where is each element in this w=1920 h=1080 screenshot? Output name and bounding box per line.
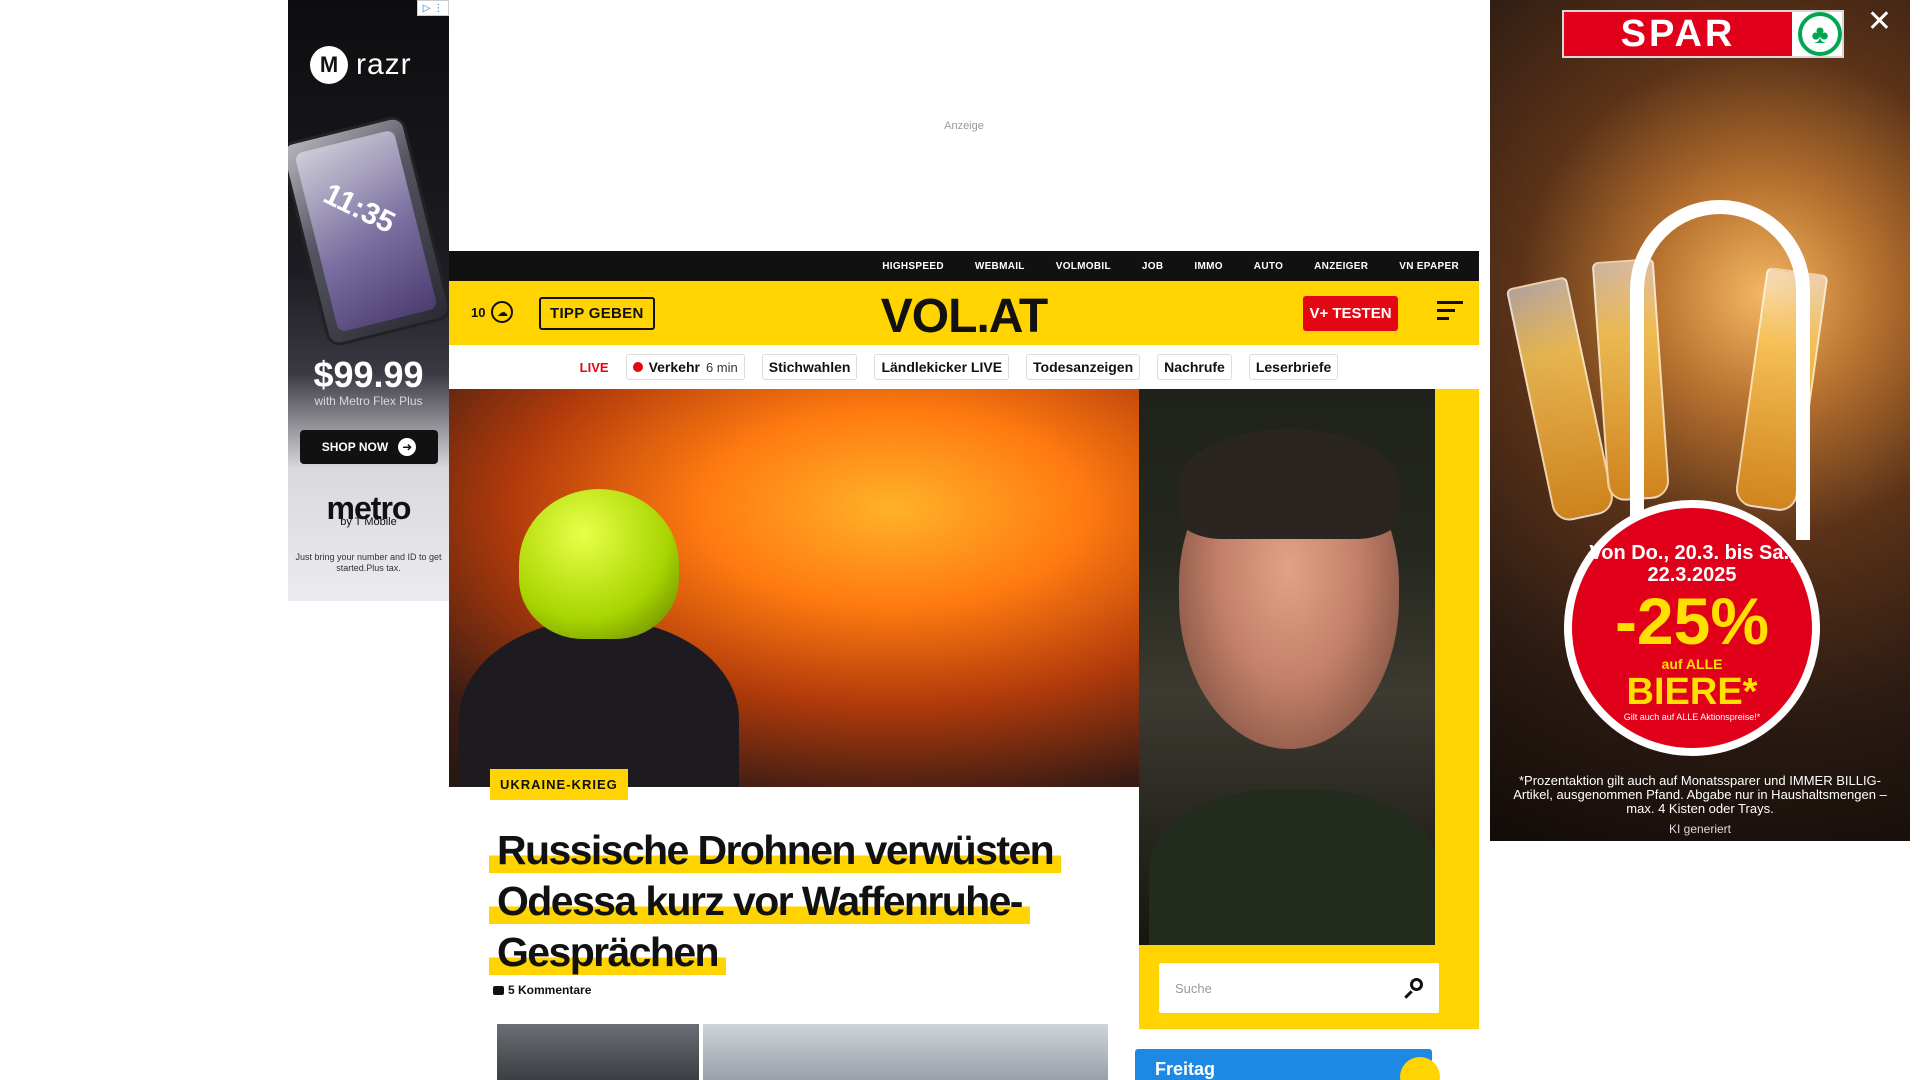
spar-ad[interactable]: SPAR ♣ ✕ Von Do., 20.3. bis Sa., 22.3.20…	[1490, 0, 1910, 841]
nav-link-job[interactable]: JOB	[1142, 261, 1163, 272]
menu-bar	[1437, 309, 1455, 312]
hero-article[interactable]: UKRAINE-KRIEG Russische Drohnen verwüste…	[449, 769, 1139, 1029]
nav-link-immo[interactable]: IMMO	[1194, 261, 1222, 272]
search-icon[interactable]	[1403, 978, 1423, 999]
nav-link-anzeiger[interactable]: ANZEIGER	[1314, 261, 1368, 272]
tipp-geben-button[interactable]: TIPP GEBEN	[539, 297, 655, 330]
site-header: 10 ☁ TIPP GEBEN VOL.AT V+ TESTEN	[449, 281, 1479, 345]
ad-disclaimer: Just bring your number and ID to get sta…	[295, 552, 442, 573]
arrow-right-icon: ➜	[398, 438, 417, 456]
promo-dates: Von Do., 20.3. bis Sa., 22.3.2025	[1589, 542, 1795, 586]
search-icon-handle	[1404, 990, 1413, 999]
close-ad-button[interactable]: ✕	[1867, 4, 1892, 39]
headline[interactable]: Russische Drohnen verwüsten Odessa kurz …	[489, 825, 1119, 978]
top-ad-slot: Anzeige	[449, 0, 1479, 251]
discount-badge: Von Do., 20.3. bis Sa., 22.3.2025 -25% a…	[1564, 500, 1820, 756]
hero-teaser: UKRAINE-KRIEG Russische Drohnen verwüste…	[449, 389, 1479, 1029]
menu-bar	[1437, 317, 1449, 320]
quicknav-stichwahlen[interactable]: Stichwahlen	[761, 354, 858, 380]
quicknav-todesanzeigen[interactable]: Todesanzeigen	[1026, 354, 1141, 380]
promo-auf-alle: auf ALLE	[1661, 656, 1723, 672]
ad-fine-print: *Prozentaktion gilt auch auf Monatsspare…	[1513, 773, 1887, 816]
menu-bar	[1437, 301, 1463, 304]
teaser-image[interactable]	[703, 1024, 1108, 1080]
live-label: LIVE	[579, 359, 609, 375]
phone-image: 11:35	[288, 113, 449, 349]
promo-discount: -25%	[1614, 584, 1770, 658]
weather-widget[interactable]: 10 ☁	[471, 301, 514, 323]
ad-brand: M razr	[310, 46, 412, 84]
motorola-logo-icon: M	[310, 46, 348, 84]
weather-card[interactable]: Freitag	[1135, 1049, 1440, 1080]
spar-logo-text: SPAR	[1564, 12, 1792, 56]
search-input[interactable]	[1175, 980, 1403, 996]
tmobile-text: by T Mobile	[340, 516, 397, 528]
firefighter-figure	[459, 619, 739, 787]
quicknav-verkehr[interactable]: Verkehr 6 min	[625, 354, 745, 380]
shop-now-label: SHOP NOW	[321, 440, 389, 454]
comment-icon	[493, 985, 504, 995]
ad-price: $99.99	[313, 354, 424, 395]
promo-product: BIERE*	[1626, 671, 1758, 713]
spar-logo: SPAR ♣	[1562, 10, 1844, 58]
hero-portrait-image[interactable]	[1139, 389, 1435, 945]
comments-count: 5 Kommentare	[508, 983, 592, 997]
nav-link-auto[interactable]: AUTO	[1254, 261, 1283, 272]
adchoices-icon[interactable]: ▷ ⋮	[417, 0, 449, 16]
headline-text: Russische Drohnen verwüsten Odessa kurz …	[489, 827, 1062, 975]
spar-tree-icon: ♣	[1798, 12, 1842, 56]
shop-now-button[interactable]: SHOP NOW ➜	[300, 430, 438, 464]
teaser-image[interactable]	[497, 1024, 699, 1080]
nav-link-vn-epaper[interactable]: VN EPAPER	[1399, 261, 1459, 272]
menu-search-icon[interactable]	[1437, 301, 1463, 325]
quick-nav: LIVE Verkehr 6 min Stichwahlen Ländlekic…	[449, 345, 1479, 389]
razr-wordmark: razr	[356, 48, 412, 81]
temperature-value: 10	[471, 304, 486, 320]
ad-price-subtitle: with Metro Flex Plus	[314, 394, 423, 408]
ad-label: Anzeige	[944, 120, 984, 132]
portrait-hair	[1179, 429, 1399, 539]
search-box	[1159, 963, 1439, 1013]
category-tag[interactable]: UKRAINE-KRIEG	[490, 769, 628, 800]
sun-icon	[1400, 1057, 1440, 1080]
verkehr-label: Verkehr	[648, 359, 700, 375]
quicknav-nachrufe[interactable]: Nachrufe	[1157, 354, 1232, 380]
weather-cloud-icon: ☁	[491, 301, 514, 323]
secondary-teasers	[497, 1024, 1108, 1080]
comments-link[interactable]: 5 Kommentare	[493, 983, 591, 997]
portrait-shirt	[1149, 789, 1435, 945]
nav-link-highspeed[interactable]: HIGHSPEED	[882, 261, 944, 272]
search-icon-ring	[1410, 978, 1423, 991]
live-dot-icon	[632, 362, 643, 372]
quicknav-leserbriefe[interactable]: Leserbriefe	[1248, 354, 1339, 380]
bunny-ears-graphic	[1630, 200, 1810, 540]
service-nav: HIGHSPEED WEBMAIL VOLMOBIL JOB IMMO AUTO…	[449, 251, 1479, 281]
nav-link-webmail[interactable]: WEBMAIL	[975, 261, 1025, 272]
razr-ad[interactable]: ▷ ⋮ M razr 11:35 $99.99 with Metro Flex …	[288, 0, 449, 601]
firefighter-helmet	[519, 489, 679, 639]
vplus-testen-button[interactable]: V+ TESTEN	[1303, 296, 1398, 331]
weather-day: Freitag	[1155, 1059, 1216, 1079]
ki-generated-label: KI generiert	[1668, 822, 1732, 836]
promo-note: Gilt auch auf ALLE Aktionspreise!*	[1623, 712, 1761, 722]
verkehr-time: 6 min	[705, 359, 738, 375]
quicknav-laendlekicker-live[interactable]: Ländlekicker LIVE	[874, 354, 1010, 380]
nav-link-volmobil[interactable]: VOLMOBIL	[1056, 261, 1111, 272]
